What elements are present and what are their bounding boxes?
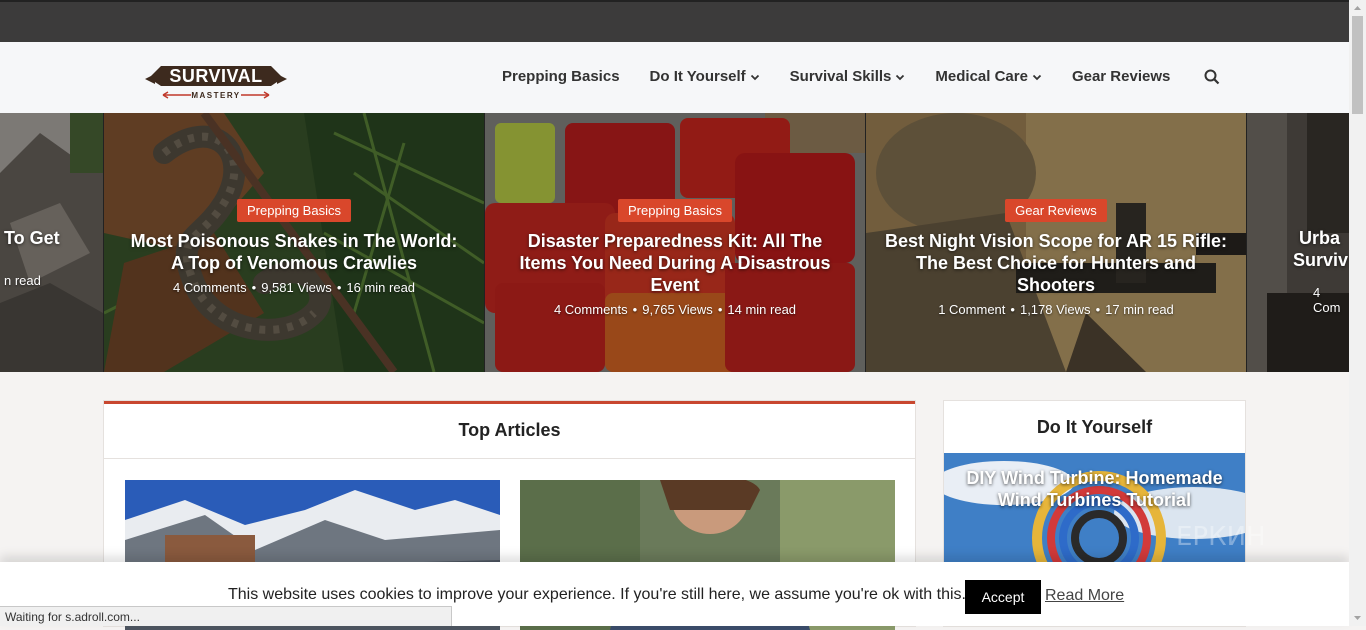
- featured-slide[interactable]: Prepping Basics Most Poisonous Snakes in…: [104, 113, 484, 372]
- slide-title[interactable]: Urba Surviv: [1293, 227, 1349, 271]
- slide-meta: 4 Comments • 9,765 Views • 14 min read: [553, 302, 797, 317]
- scroll-up-arrow-icon[interactable]: [1349, 0, 1366, 16]
- slide-meta: 4 Com: [1313, 285, 1341, 315]
- slide-title[interactable]: Disaster Preparedness Kit: All The Items…: [503, 230, 847, 296]
- logo-main-text: SURVIVAL: [169, 66, 262, 86]
- slide-meta: 1 Comment • 1,178 Views • 17 min read: [938, 302, 1174, 317]
- widget-article-title[interactable]: DIY Wind Turbine: Homemade Wind Turbines…: [944, 467, 1245, 511]
- accept-button[interactable]: Accept: [965, 580, 1041, 614]
- nav-item-label: Survival Skills: [789, 68, 892, 85]
- views-count: 1,178 Views: [1019, 302, 1091, 317]
- featured-slider: To Get n read Prepping Basics Most Poiso…: [0, 113, 1349, 372]
- top-bar: [0, 0, 1349, 42]
- comments-count: 4 Comments: [553, 302, 628, 317]
- page-scrollbar[interactable]: [1349, 0, 1366, 626]
- comments-count: 1 Comment: [938, 302, 1006, 317]
- category-badge[interactable]: Prepping Basics: [237, 199, 351, 222]
- featured-slide[interactable]: Prepping Basics Disaster Preparedness Ki…: [485, 113, 865, 372]
- section-heading: Top Articles: [104, 404, 915, 459]
- slide-meta: n read: [4, 273, 41, 288]
- nav-item-survival-skills[interactable]: Survival Skills: [790, 68, 906, 85]
- featured-slide-partial-left[interactable]: To Get n read: [0, 113, 103, 372]
- slide-title[interactable]: To Get: [4, 227, 103, 249]
- nav-item-label: Prepping Basics: [502, 68, 620, 85]
- read-more-link[interactable]: Read More: [1045, 587, 1124, 605]
- read-time: 16 min read: [346, 280, 416, 295]
- main-nav: Prepping Basics Do It Yourself Survival …: [502, 68, 1220, 85]
- nav-item-label: Medical Care: [935, 68, 1028, 85]
- comments-count: 4 Comments: [172, 280, 247, 295]
- views-count: 9,581 Views: [261, 280, 332, 295]
- nav-item-label: Gear Reviews: [1071, 68, 1171, 85]
- chevron-down-icon: [750, 74, 759, 80]
- watermark: ЕРКИН: [1176, 522, 1266, 552]
- scroll-down-arrow-icon[interactable]: [1349, 610, 1366, 626]
- logo-sub-text: MASTERY: [191, 91, 240, 100]
- nav-item-do-it-yourself[interactable]: Do It Yourself: [650, 68, 760, 85]
- read-time: 14 min read: [727, 302, 797, 317]
- views-count: 9,765 Views: [642, 302, 713, 317]
- slide-title[interactable]: Most Poisonous Snakes in The World: A To…: [122, 230, 466, 274]
- featured-slide[interactable]: Gear Reviews Best Night Vision Scope for…: [866, 113, 1246, 372]
- read-time: 17 min read: [1105, 302, 1174, 317]
- widget-heading: Do It Yourself: [1036, 417, 1153, 437]
- slide-meta: 4 Comments • 9,581 Views • 16 min read: [172, 280, 416, 295]
- slide-title-line: Surviv: [1293, 250, 1349, 270]
- browser-status-bar: Waiting for s.adroll.com...: [0, 606, 452, 626]
- nav-item-label: Do It Yourself: [649, 68, 746, 85]
- nav-item-gear-reviews[interactable]: Gear Reviews: [1072, 68, 1170, 85]
- chevron-down-icon: [896, 74, 905, 80]
- chevron-down-icon: [1032, 74, 1042, 80]
- nav-item-prepping-basics[interactable]: Prepping Basics: [502, 68, 620, 85]
- site-header: SURVIVAL MASTERY Prepping Basics Do It Y…: [0, 42, 1349, 113]
- cookie-message: This website uses cookies to improve you…: [228, 586, 966, 603]
- category-badge[interactable]: Gear Reviews: [1005, 199, 1107, 222]
- slide-title[interactable]: Best Night Vision Scope for AR 15 Rifle:…: [884, 230, 1228, 296]
- scrollbar-thumb[interactable]: [1352, 16, 1363, 114]
- slide-title-line: Urba: [1299, 228, 1341, 248]
- featured-slide-partial-right[interactable]: Urba Surviv 4 Com: [1247, 113, 1349, 372]
- nav-item-medical-care[interactable]: Medical Care: [935, 68, 1042, 85]
- search-icon[interactable]: [1204, 69, 1220, 85]
- category-badge[interactable]: Prepping Basics: [618, 199, 732, 222]
- site-logo[interactable]: SURVIVAL MASTERY: [145, 56, 287, 102]
